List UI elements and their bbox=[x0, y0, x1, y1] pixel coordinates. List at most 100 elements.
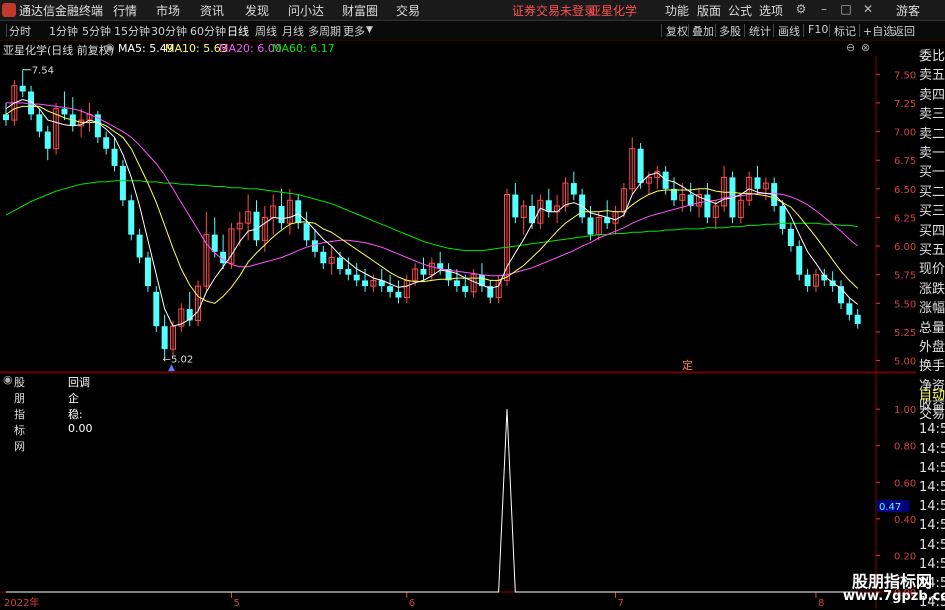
candle-body bbox=[161, 326, 168, 350]
time-axis-label: 6 bbox=[409, 598, 415, 609]
tool-biaoji[interactable]: 标记 bbox=[834, 23, 856, 39]
menu-banmian[interactable]: 版面 bbox=[697, 2, 721, 19]
quote-field-label: 买四 bbox=[919, 223, 945, 239]
candle-body bbox=[671, 188, 677, 201]
candle-body bbox=[846, 303, 853, 315]
candle-body bbox=[704, 194, 711, 218]
menu-shichang[interactable]: 市场 bbox=[156, 2, 180, 19]
zoom-out-icon[interactable]: ⊖ bbox=[846, 41, 855, 54]
mark-label: 定 bbox=[682, 358, 693, 372]
quote-field-label: 外盘 bbox=[919, 340, 945, 355]
indicator-settings-icon[interactable]: ◉ bbox=[105, 41, 115, 54]
close-chart-icon[interactable]: ⊗ bbox=[861, 41, 870, 54]
tool-back[interactable]: 返回 bbox=[893, 23, 915, 39]
indicator-tick-label: 0.20 bbox=[894, 551, 916, 562]
tool-diejia[interactable]: 叠加 bbox=[692, 23, 714, 39]
quote-field-label: 委比 bbox=[919, 49, 945, 64]
candle-body bbox=[512, 194, 519, 218]
candle-body bbox=[3, 114, 9, 121]
divider bbox=[803, 24, 804, 37]
candle-body bbox=[779, 205, 786, 229]
login-status[interactable]: 证券交易未登录 bbox=[512, 2, 596, 19]
period-multi[interactable]: 多周期 bbox=[308, 23, 341, 39]
quote-field-label: 买三 bbox=[919, 204, 945, 220]
trade-time: 14:55 bbox=[919, 460, 945, 476]
quote-field-label: 换手 bbox=[919, 359, 945, 375]
app-logo-icon bbox=[2, 3, 16, 17]
tool-fuquan[interactable]: 复权 bbox=[666, 23, 688, 39]
candle-body bbox=[19, 85, 26, 92]
price-tick-label: 5.75 bbox=[894, 271, 916, 282]
period-1min[interactable]: 1分钟 bbox=[49, 23, 78, 39]
candle-body bbox=[211, 234, 218, 252]
trade-label: 交易 bbox=[919, 407, 945, 423]
candle-body bbox=[136, 234, 143, 258]
price-tick-label: 6.75 bbox=[894, 156, 916, 167]
quote-field-label: 买二 bbox=[919, 184, 945, 200]
candle-body bbox=[754, 177, 761, 189]
quote-field-label: 卖一 bbox=[919, 146, 945, 161]
indicator-value: 回调企稳: 0.00 bbox=[68, 376, 93, 435]
trade-time: 14:55 bbox=[919, 422, 945, 438]
quote-field-label: 买五 bbox=[919, 243, 945, 258]
indicator-settings-icon[interactable]: ◉ bbox=[3, 373, 13, 386]
quote-field-label: 卖五 bbox=[919, 68, 945, 84]
watermark-url: www.7gpzb.com bbox=[843, 589, 945, 604]
maximize-icon[interactable]: □ bbox=[838, 2, 854, 16]
period-daily[interactable]: 日线 bbox=[227, 23, 249, 39]
period-monthly[interactable]: 月线 bbox=[282, 23, 304, 39]
period-5min[interactable]: 5分钟 bbox=[82, 23, 111, 39]
price-tick-label: 5.50 bbox=[894, 299, 916, 310]
menu-gongneng[interactable]: 功能 bbox=[665, 2, 689, 19]
price-tick-label: 7.50 bbox=[894, 70, 916, 81]
period-more[interactable]: 更多 bbox=[343, 23, 365, 39]
chart-info-bar: 亚星化学(日线 前复权) ◉ MA5: 5.49 MA10: 5.63 MA20… bbox=[0, 41, 875, 57]
period-30min[interactable]: 30分钟 bbox=[151, 23, 187, 39]
tool-f10[interactable]: F10 bbox=[808, 23, 828, 36]
period-60min[interactable]: 60分钟 bbox=[190, 23, 226, 39]
candle-body bbox=[420, 268, 427, 275]
kline-chart[interactable]: 7.50 7.25 7.00 6.75 6.50 6.25 6.00 5.75 5.50 5.25… bbox=[0, 56, 916, 609]
menu-faxian[interactable]: 发现 bbox=[245, 2, 269, 19]
menu-zixun[interactable]: 资讯 bbox=[200, 2, 224, 19]
menu-gongshi[interactable]: 公式 bbox=[728, 2, 752, 19]
candle-body bbox=[854, 314, 861, 324]
price-tick-label: 7.00 bbox=[894, 128, 916, 139]
candle-body bbox=[311, 240, 318, 252]
menu-caifuquan[interactable]: 财富圈 bbox=[342, 2, 378, 19]
candle-body bbox=[796, 246, 803, 275]
candle-body bbox=[395, 291, 402, 298]
time-axis-label: 2022年 bbox=[4, 596, 39, 609]
candle-body bbox=[153, 291, 160, 327]
menu-jiaoyi[interactable]: 交易 bbox=[396, 2, 420, 19]
tool-duogu[interactable]: 多股 bbox=[719, 23, 741, 39]
candle-body bbox=[295, 200, 302, 224]
tool-huaxian[interactable]: 画线 bbox=[778, 23, 800, 39]
minimize-icon[interactable]: – bbox=[816, 2, 832, 16]
candlestick-series bbox=[3, 69, 861, 359]
guest-label[interactable]: 游客 bbox=[896, 2, 920, 19]
trade-time: 14:56 bbox=[919, 518, 945, 534]
time-axis-label: 7 bbox=[618, 598, 624, 609]
menu-wenxiaoda[interactable]: 问小达 bbox=[288, 2, 324, 19]
divider bbox=[889, 24, 890, 37]
app-title: 通达信金融终端 bbox=[19, 4, 104, 18]
trade-time: 14:56 bbox=[919, 499, 945, 515]
period-15min[interactable]: 15分钟 bbox=[114, 23, 150, 39]
chart-grid: 7.50 7.25 7.00 6.75 6.50 6.25 6.00 5.75 5.50 5.25… bbox=[0, 56, 916, 609]
menu-hangqing[interactable]: 行情 bbox=[113, 2, 137, 19]
quote-field-label: 卖二 bbox=[919, 126, 945, 142]
high-price-label: 7.54 bbox=[32, 66, 54, 77]
more-chevron-icon[interactable]: ▼ bbox=[366, 25, 373, 35]
price-tick-label: 5.00 bbox=[894, 357, 916, 368]
tool-tongji[interactable]: 统计 bbox=[749, 23, 771, 39]
period-fenshi[interactable]: 分时 bbox=[9, 23, 31, 39]
menu-xuanxiang[interactable]: 选项 bbox=[759, 2, 783, 19]
settings-icon[interactable]: ⚙ bbox=[793, 2, 809, 16]
divider bbox=[688, 24, 689, 37]
indicator-tick-label: 0.60 bbox=[894, 478, 916, 489]
close-icon[interactable]: ✕ bbox=[860, 2, 876, 16]
period-weekly[interactable]: 周线 bbox=[255, 23, 277, 39]
price-tick-label: 6.00 bbox=[894, 242, 916, 253]
quote-field-label: 总量 bbox=[919, 320, 945, 336]
